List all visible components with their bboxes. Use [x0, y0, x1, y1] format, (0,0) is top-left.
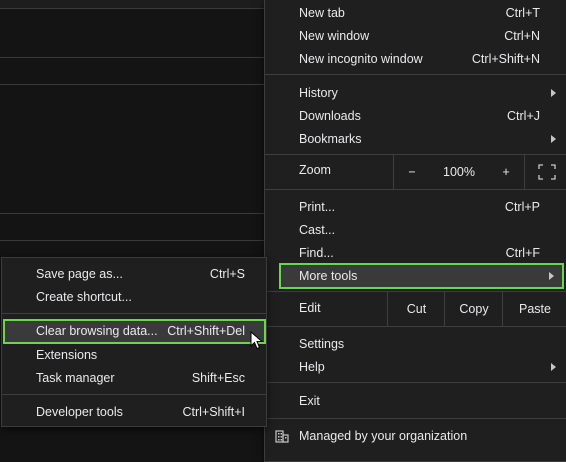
menu-item-shortcut: Ctrl+J — [507, 109, 540, 123]
cut-button[interactable]: Cut — [387, 292, 445, 326]
submenu-arrow-icon — [551, 135, 556, 143]
zoom-out-button[interactable]: − — [394, 155, 430, 189]
menu-separator — [265, 418, 566, 419]
zoom-level: 100% — [443, 165, 475, 179]
menu-item-label: Create shortcut... — [36, 290, 132, 304]
menu-item-bookmarks[interactable]: Bookmarks — [265, 128, 566, 150]
menu-separator — [265, 382, 566, 383]
menu-item-label: New incognito window — [299, 52, 423, 66]
zoom-in-button[interactable]: + — [488, 155, 524, 189]
submenu-item-clear-browsing-data[interactable]: Clear browsing data... Ctrl+Shift+Del — [3, 319, 266, 344]
submenu-item-create-shortcut[interactable]: Create shortcut... — [2, 286, 266, 308]
menu-separator — [2, 313, 266, 314]
submenu-item-extensions[interactable]: Extensions — [2, 344, 266, 366]
zoom-label: Zoom — [299, 163, 331, 177]
background-divider — [0, 84, 266, 85]
menu-item-history[interactable]: History — [265, 82, 566, 104]
zoom-controls: − 100% + — [393, 155, 566, 189]
submenu-item-save-page[interactable]: Save page as... Ctrl+S — [2, 263, 266, 285]
menu-separator — [265, 189, 566, 190]
menu-item-shortcut: Ctrl+P — [504, 200, 540, 214]
menu-item-label: Save page as... — [36, 267, 123, 281]
copy-button[interactable]: Copy — [444, 292, 503, 326]
menu-item-help[interactable]: Help — [265, 356, 566, 378]
more-tools-submenu: Save page as... Ctrl+S Create shortcut..… — [1, 257, 267, 427]
menu-item-label: Exit — [299, 394, 320, 408]
menu-item-label: Settings — [299, 337, 345, 351]
submenu-arrow-icon — [551, 363, 556, 371]
fullscreen-button[interactable] — [524, 155, 566, 189]
menu-separator — [2, 394, 266, 395]
edit-label: Edit — [299, 301, 321, 315]
menu-item-shortcut: Ctrl+Shift+N — [471, 52, 540, 66]
menu-item-label: Find... — [299, 246, 334, 260]
menu-item-exit[interactable]: Exit — [265, 390, 566, 412]
menu-item-label: More tools — [299, 269, 358, 283]
zoom-row: Zoom − 100% + — [265, 155, 566, 189]
menu-item-label: History — [299, 86, 338, 100]
menu-item-label: Extensions — [36, 348, 98, 362]
menu-item-shortcut: Ctrl+S — [209, 267, 245, 281]
menu-item-label: Clear browsing data... — [36, 324, 158, 338]
background-band — [0, 0, 266, 8]
menu-item-label: Developer tools — [36, 405, 123, 419]
menu-item-label: Task manager — [36, 371, 115, 385]
menu-item-new-incognito[interactable]: New incognito window Ctrl+Shift+N — [265, 48, 566, 70]
background-divider — [0, 240, 266, 241]
managed-label: Managed by your organization — [299, 429, 468, 443]
menu-item-find[interactable]: Find... Ctrl+F — [265, 242, 566, 264]
menu-item-shortcut: Ctrl+Shift+I — [182, 405, 245, 419]
menu-item-cast[interactable]: Cast... — [265, 219, 566, 241]
edit-row: Edit Cut Copy Paste — [265, 292, 566, 326]
menu-item-label: Help — [299, 360, 325, 374]
menu-item-label: Print... — [299, 200, 336, 214]
submenu-item-task-manager[interactable]: Task manager Shift+Esc — [2, 367, 266, 389]
menu-item-shortcut: Ctrl+Shift+Del — [167, 324, 245, 338]
menu-item-more-tools[interactable]: More tools — [279, 263, 564, 289]
submenu-arrow-icon — [549, 272, 554, 280]
menu-item-label: Downloads — [299, 109, 361, 123]
paste-button[interactable]: Paste — [502, 292, 566, 326]
menu-separator — [265, 74, 566, 75]
menu-item-shortcut: Ctrl+T — [505, 6, 540, 20]
menu-item-print[interactable]: Print... Ctrl+P — [265, 196, 566, 218]
menu-item-new-tab[interactable]: New tab Ctrl+T — [265, 2, 566, 24]
menu-separator — [265, 326, 566, 327]
fullscreen-icon — [538, 164, 556, 180]
building-icon — [275, 430, 289, 443]
menu-item-shortcut: Shift+Esc — [191, 371, 245, 385]
menu-item-downloads[interactable]: Downloads Ctrl+J — [265, 105, 566, 127]
browser-main-menu: New tab Ctrl+T New window Ctrl+N New inc… — [264, 0, 566, 462]
menu-item-label: New window — [299, 29, 370, 43]
menu-item-settings[interactable]: Settings — [265, 333, 566, 355]
submenu-item-developer-tools[interactable]: Developer tools Ctrl+Shift+I — [2, 401, 266, 423]
background-divider — [0, 57, 266, 58]
menu-item-new-window[interactable]: New window Ctrl+N — [265, 25, 566, 47]
menu-item-shortcut: Ctrl+F — [505, 246, 540, 260]
menu-item-shortcut: Ctrl+N — [504, 29, 540, 43]
menu-item-label: Bookmarks — [299, 132, 362, 146]
mouse-cursor-icon — [250, 331, 264, 350]
menu-item-label: Cast... — [299, 223, 336, 237]
menu-item-label: New tab — [299, 6, 345, 20]
background-divider — [0, 213, 266, 214]
submenu-arrow-icon — [551, 89, 556, 97]
background-divider — [0, 8, 266, 9]
managed-by-org[interactable]: Managed by your organization — [265, 425, 566, 447]
